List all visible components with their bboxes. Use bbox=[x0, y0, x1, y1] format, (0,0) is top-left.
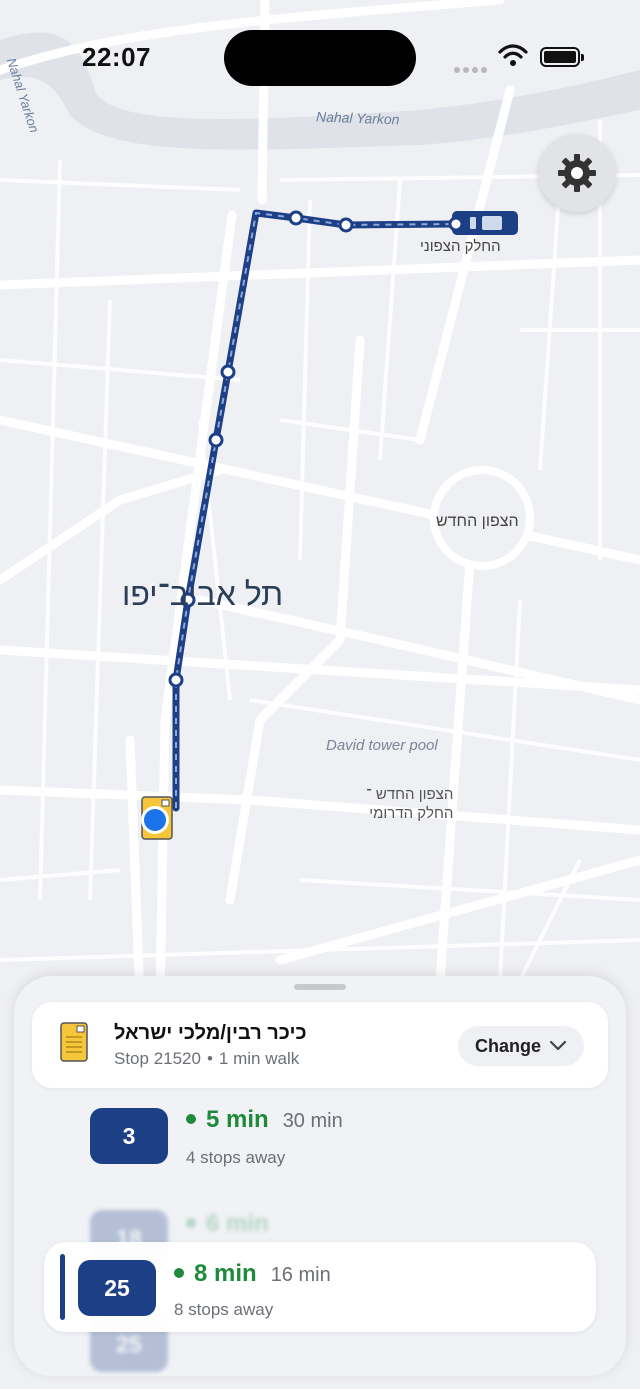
wifi-icon bbox=[498, 44, 528, 66]
route-eta: 6 min bbox=[186, 1210, 269, 1238]
chevron-down-icon bbox=[549, 1040, 567, 1051]
neighborhood-north-label: החלק הצפוני bbox=[420, 238, 501, 255]
live-indicator-icon bbox=[186, 1114, 196, 1124]
stop-name: כיכר רבין/מלכי ישראל bbox=[114, 1022, 307, 1044]
route-eta: 5 min 30 min bbox=[186, 1106, 343, 1134]
settings-button[interactable] bbox=[538, 134, 616, 212]
neighborhood-label: הצפון החדש bbox=[436, 513, 519, 530]
live-indicator-icon bbox=[186, 1218, 196, 1228]
route-row-3[interactable]: 3 5 min 30 min 4 stops away bbox=[14, 1102, 626, 1198]
live-eta: 8 min bbox=[194, 1260, 257, 1287]
stop-card[interactable]: כיכר רבין/מלכי ישראל Stop 21520 • 1 min wa… bbox=[32, 1002, 608, 1088]
route-stop-marker[interactable] bbox=[208, 432, 224, 448]
walk-time: 1 min walk bbox=[218, 1049, 300, 1068]
stop-code: Stop 21520 bbox=[114, 1049, 201, 1068]
stop-details-separator: • bbox=[206, 1049, 213, 1068]
stop-details: Stop 21520 • 1 min walk bbox=[114, 1049, 299, 1069]
selected-indicator bbox=[60, 1254, 65, 1320]
stops-away: 4 stops away bbox=[186, 1148, 286, 1167]
change-stop-button[interactable]: Change bbox=[458, 1026, 584, 1066]
sheet-grabber[interactable] bbox=[294, 984, 346, 990]
gear-icon bbox=[558, 154, 596, 192]
cellular-signal-icon bbox=[454, 60, 490, 78]
poi-label: David tower pool bbox=[326, 737, 438, 754]
route-number-badge: 3 bbox=[90, 1108, 168, 1164]
status-time: 22:07 bbox=[82, 42, 151, 72]
route-number-badge-selected: 25 bbox=[78, 1260, 156, 1316]
scheduled-eta: 16 min bbox=[270, 1264, 331, 1286]
route-stop-marker[interactable] bbox=[288, 210, 304, 226]
battery-icon bbox=[540, 47, 584, 67]
scheduled-eta: 30 min bbox=[282, 1110, 343, 1132]
neighborhood-south-label: הצפון החדש ־ החלק הדרומי bbox=[366, 785, 453, 823]
user-location-icon bbox=[141, 806, 169, 834]
bus-stop-icon bbox=[60, 1022, 88, 1062]
live-indicator-icon bbox=[174, 1268, 184, 1278]
neighborhood-south-line1: הצפון החדש ־ bbox=[366, 786, 454, 803]
route-eta-selected: 8 min 16 min bbox=[174, 1260, 331, 1288]
stops-away-selected: 8 stops away bbox=[174, 1300, 274, 1319]
arrivals-sheet[interactable]: כיכר רבין/מלכי ישראל Stop 21520 • 1 min wa… bbox=[14, 976, 626, 1376]
route-stop-marker[interactable] bbox=[220, 364, 236, 380]
city-label: תל אביב־יפו bbox=[122, 576, 284, 612]
route-stop-marker[interactable] bbox=[338, 217, 354, 233]
live-eta: 6 min bbox=[206, 1210, 269, 1237]
change-stop-label: Change bbox=[474, 1035, 541, 1056]
live-eta: 5 min bbox=[206, 1106, 269, 1133]
river-label: Nahal Yarkon bbox=[315, 108, 400, 128]
bus-vehicle-icon[interactable] bbox=[448, 211, 518, 235]
neighborhood-south-line2: החלק הדרומי bbox=[369, 805, 454, 822]
route-stop-marker[interactable] bbox=[168, 672, 184, 688]
dynamic-island bbox=[224, 30, 416, 86]
